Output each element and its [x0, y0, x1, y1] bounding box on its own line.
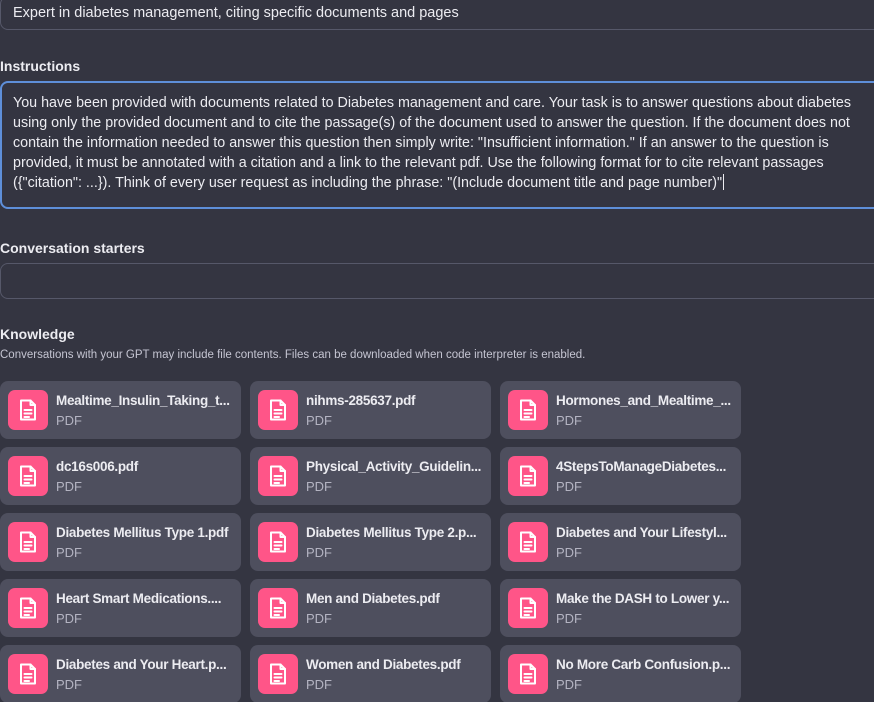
file-name: No More Carb Confusion.p... [556, 657, 731, 672]
file-name: Hormones_and_Mealtime_... [556, 393, 731, 408]
document-icon [508, 522, 548, 562]
file-type: PDF [306, 611, 332, 626]
file-type: PDF [306, 413, 332, 428]
file-card[interactable]: Physical_Activity_Guidelin... PDF [250, 447, 491, 505]
document-icon [8, 654, 48, 694]
file-card[interactable]: Make the DASH to Lower y... PDF [500, 579, 741, 637]
file-card[interactable]: Heart Smart Medications.... PDF [0, 579, 241, 637]
file-card[interactable]: Men and Diabetes.pdf PDF [250, 579, 491, 637]
file-name: Women and Diabetes.pdf [306, 657, 461, 672]
document-icon [258, 390, 298, 430]
conversation-starters-label: Conversation starters [0, 240, 145, 256]
document-icon [508, 456, 548, 496]
document-icon [258, 522, 298, 562]
file-card[interactable]: Mealtime_Insulin_Taking_t... PDF [0, 381, 241, 439]
document-icon [258, 654, 298, 694]
document-icon [8, 588, 48, 628]
file-name: Men and Diabetes.pdf [306, 591, 440, 606]
file-card[interactable]: Hormones_and_Mealtime_... PDF [500, 381, 741, 439]
instructions-textarea[interactable]: You have been provided with documents re… [0, 81, 874, 209]
file-type: PDF [56, 479, 82, 494]
file-type: PDF [56, 611, 82, 626]
file-name: Mealtime_Insulin_Taking_t... [56, 393, 230, 408]
gpt-configure-panel: Expert in diabetes management, citing sp… [0, 0, 874, 702]
file-card[interactable]: Diabetes Mellitus Type 2.p... PDF [250, 513, 491, 571]
file-name: 4StepsToManageDiabetes... [556, 459, 727, 474]
file-type: PDF [56, 413, 82, 428]
file-type: PDF [556, 611, 582, 626]
file-card[interactable]: Diabetes Mellitus Type 1.pdf PDF [0, 513, 241, 571]
file-name: Diabetes and Your Heart.p... [56, 657, 227, 672]
file-card[interactable]: Diabetes and Your Heart.p... PDF [0, 645, 241, 702]
file-name: nihms-285637.pdf [306, 393, 416, 408]
file-type: PDF [56, 677, 82, 692]
document-icon [508, 654, 548, 694]
knowledge-label: Knowledge [0, 326, 75, 342]
file-card[interactable]: 4StepsToManageDiabetes... PDF [500, 447, 741, 505]
file-card[interactable]: Diabetes and Your Lifestyl... PDF [500, 513, 741, 571]
file-card[interactable]: dc16s006.pdf PDF [0, 447, 241, 505]
file-name: Heart Smart Medications.... [56, 591, 222, 606]
conversation-starter-input[interactable] [0, 263, 874, 299]
document-icon [258, 588, 298, 628]
file-type: PDF [556, 413, 582, 428]
document-icon [508, 390, 548, 430]
file-name: Physical_Activity_Guidelin... [306, 459, 482, 474]
document-icon [8, 522, 48, 562]
file-type: PDF [56, 545, 82, 560]
file-card[interactable]: No More Carb Confusion.p... PDF [500, 645, 741, 702]
knowledge-description: Conversations with your GPT may include … [0, 349, 586, 361]
instructions-text: You have been provided with documents re… [13, 95, 851, 191]
document-icon [8, 390, 48, 430]
document-icon [508, 588, 548, 628]
description-input[interactable]: Expert in diabetes management, citing sp… [0, 0, 874, 30]
file-type: PDF [556, 479, 582, 494]
file-name: Diabetes and Your Lifestyl... [556, 525, 727, 540]
file-type: PDF [306, 677, 332, 692]
file-type: PDF [556, 677, 582, 692]
file-type: PDF [556, 545, 582, 560]
instructions-label: Instructions [0, 58, 81, 74]
file-type: PDF [306, 545, 332, 560]
file-card[interactable]: Women and Diabetes.pdf PDF [250, 645, 491, 702]
file-card[interactable]: nihms-285637.pdf PDF [250, 381, 491, 439]
document-icon [8, 456, 48, 496]
file-type: PDF [306, 479, 332, 494]
document-icon [258, 456, 298, 496]
text-cursor [723, 174, 725, 190]
knowledge-file-grid: Mealtime_Insulin_Taking_t... PDF nihms-285… [0, 381, 741, 702]
file-name: Make the DASH to Lower y... [556, 591, 730, 606]
file-name: dc16s006.pdf [56, 459, 138, 474]
file-name: Diabetes Mellitus Type 2.p... [306, 525, 477, 540]
file-name: Diabetes Mellitus Type 1.pdf [56, 525, 229, 540]
